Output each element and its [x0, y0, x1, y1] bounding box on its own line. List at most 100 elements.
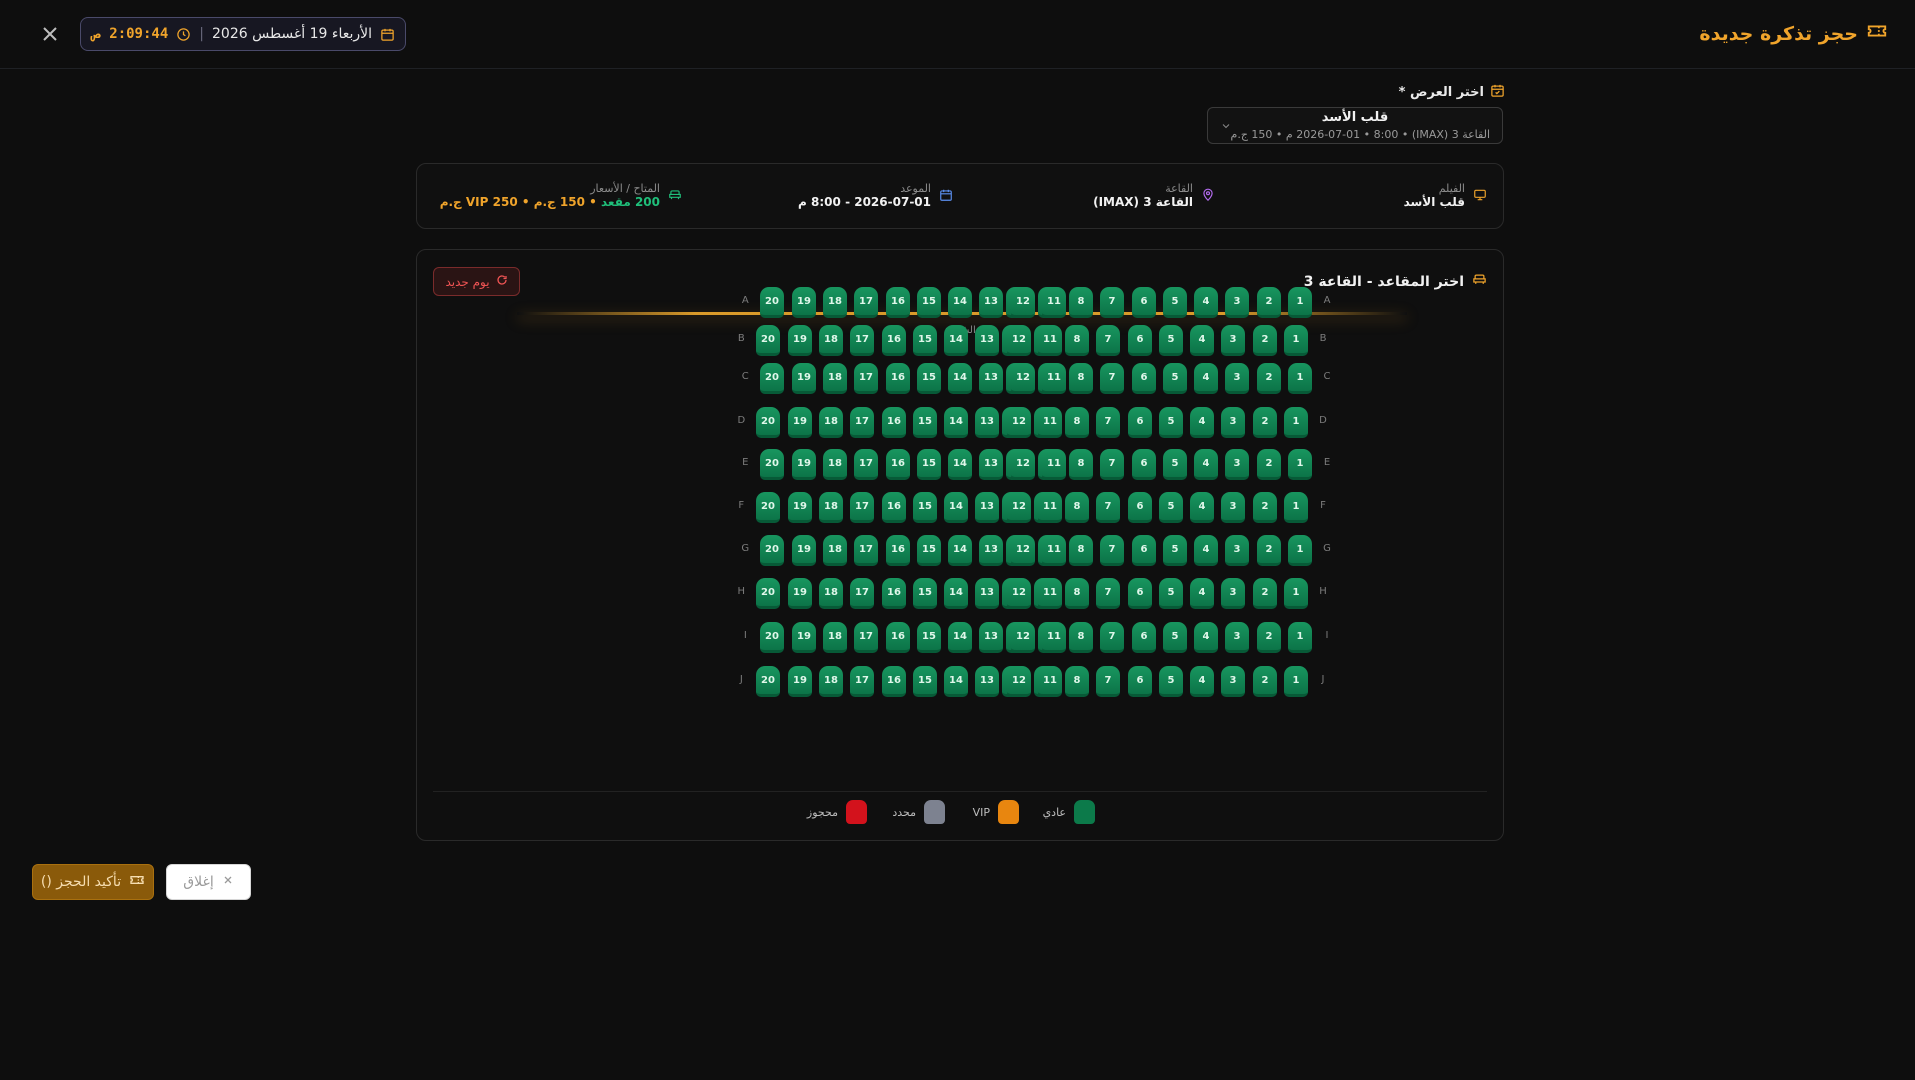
- seat-G-1[interactable]: 1: [1288, 535, 1312, 566]
- seat-E-18[interactable]: 18: [823, 449, 847, 480]
- seat-J-3[interactable]: 3: [1221, 666, 1245, 697]
- new-day-button[interactable]: يوم جديد: [433, 267, 520, 296]
- seat-J-15[interactable]: 15: [913, 666, 937, 697]
- seat-J-7[interactable]: 7: [1096, 666, 1120, 697]
- seat-D-19[interactable]: 19: [788, 407, 812, 438]
- seat-C-13[interactable]: 13: [979, 363, 1003, 394]
- seat-I-20[interactable]: 20: [760, 622, 784, 653]
- seat-C-3[interactable]: 3: [1225, 363, 1249, 394]
- seat-E-12[interactable]: 12: [1011, 449, 1035, 480]
- seat-D-8[interactable]: 8: [1065, 407, 1089, 438]
- seat-G-16[interactable]: 16: [886, 535, 910, 566]
- seat-D-4[interactable]: 4: [1190, 407, 1214, 438]
- confirm-booking-button[interactable]: تأكيد الحجز (): [32, 864, 154, 900]
- seat-C-16[interactable]: 16: [886, 363, 910, 394]
- seat-J-2[interactable]: 2: [1253, 666, 1277, 697]
- seat-D-18[interactable]: 18: [819, 407, 843, 438]
- seat-H-16[interactable]: 16: [882, 578, 906, 609]
- seat-I-1[interactable]: 1: [1288, 622, 1312, 653]
- seat-A-11[interactable]: 11: [1042, 287, 1066, 318]
- seat-A-6[interactable]: 6: [1132, 287, 1156, 318]
- seat-E-8[interactable]: 8: [1069, 449, 1093, 480]
- seat-J-11[interactable]: 11: [1038, 666, 1062, 697]
- seat-A-14[interactable]: 14: [948, 287, 972, 318]
- seat-H-17[interactable]: 17: [850, 578, 874, 609]
- seat-G-11[interactable]: 11: [1042, 535, 1066, 566]
- seat-H-7[interactable]: 7: [1096, 578, 1120, 609]
- seat-F-6[interactable]: 6: [1128, 492, 1152, 523]
- seat-B-11[interactable]: 11: [1038, 325, 1062, 356]
- seat-J-5[interactable]: 5: [1159, 666, 1183, 697]
- seat-C-6[interactable]: 6: [1132, 363, 1156, 394]
- seat-A-13[interactable]: 13: [979, 287, 1003, 318]
- seat-J-13[interactable]: 13: [975, 666, 999, 697]
- seat-E-16[interactable]: 16: [886, 449, 910, 480]
- seat-A-2[interactable]: 2: [1257, 287, 1281, 318]
- seat-D-16[interactable]: 16: [882, 407, 906, 438]
- seat-B-18[interactable]: 18: [819, 325, 843, 356]
- seat-F-16[interactable]: 16: [882, 492, 906, 523]
- seat-A-1[interactable]: 1: [1288, 287, 1312, 318]
- seat-B-1[interactable]: 1: [1284, 325, 1308, 356]
- seat-H-15[interactable]: 15: [913, 578, 937, 609]
- seat-C-7[interactable]: 7: [1100, 363, 1124, 394]
- seat-C-20[interactable]: 20: [760, 363, 784, 394]
- seat-E-6[interactable]: 6: [1132, 449, 1156, 480]
- seat-B-16[interactable]: 16: [882, 325, 906, 356]
- seat-G-7[interactable]: 7: [1100, 535, 1124, 566]
- seat-J-8[interactable]: 8: [1065, 666, 1089, 697]
- seat-I-6[interactable]: 6: [1132, 622, 1156, 653]
- seat-F-15[interactable]: 15: [913, 492, 937, 523]
- seat-C-2[interactable]: 2: [1257, 363, 1281, 394]
- seat-D-3[interactable]: 3: [1221, 407, 1245, 438]
- seat-E-2[interactable]: 2: [1257, 449, 1281, 480]
- seat-D-11[interactable]: 11: [1038, 407, 1062, 438]
- seat-A-17[interactable]: 17: [854, 287, 878, 318]
- seat-F-12[interactable]: 12: [1007, 492, 1031, 523]
- seat-B-2[interactable]: 2: [1253, 325, 1277, 356]
- seat-F-19[interactable]: 19: [788, 492, 812, 523]
- seat-E-20[interactable]: 20: [760, 449, 784, 480]
- seat-J-20[interactable]: 20: [756, 666, 780, 697]
- seat-J-12[interactable]: 12: [1007, 666, 1031, 697]
- seat-E-11[interactable]: 11: [1042, 449, 1066, 480]
- seat-G-5[interactable]: 5: [1163, 535, 1187, 566]
- seat-D-1[interactable]: 1: [1284, 407, 1308, 438]
- seat-F-3[interactable]: 3: [1221, 492, 1245, 523]
- seat-J-18[interactable]: 18: [819, 666, 843, 697]
- seat-I-13[interactable]: 13: [979, 622, 1003, 653]
- seat-I-3[interactable]: 3: [1225, 622, 1249, 653]
- seat-B-8[interactable]: 8: [1065, 325, 1089, 356]
- seat-J-17[interactable]: 17: [850, 666, 874, 697]
- seat-J-4[interactable]: 4: [1190, 666, 1214, 697]
- seat-C-18[interactable]: 18: [823, 363, 847, 394]
- seat-C-5[interactable]: 5: [1163, 363, 1187, 394]
- seat-D-13[interactable]: 13: [975, 407, 999, 438]
- seat-H-12[interactable]: 12: [1007, 578, 1031, 609]
- seat-E-7[interactable]: 7: [1100, 449, 1124, 480]
- seat-G-19[interactable]: 19: [792, 535, 816, 566]
- seat-I-16[interactable]: 16: [886, 622, 910, 653]
- seat-B-15[interactable]: 15: [913, 325, 937, 356]
- seat-F-18[interactable]: 18: [819, 492, 843, 523]
- seat-F-20[interactable]: 20: [756, 492, 780, 523]
- seat-C-15[interactable]: 15: [917, 363, 941, 394]
- seat-D-20[interactable]: 20: [756, 407, 780, 438]
- seat-J-1[interactable]: 1: [1284, 666, 1308, 697]
- seat-H-19[interactable]: 19: [788, 578, 812, 609]
- seat-F-14[interactable]: 14: [944, 492, 968, 523]
- seat-B-14[interactable]: 14: [944, 325, 968, 356]
- seat-I-19[interactable]: 19: [792, 622, 816, 653]
- seat-H-6[interactable]: 6: [1128, 578, 1152, 609]
- seat-J-6[interactable]: 6: [1128, 666, 1152, 697]
- seat-A-8[interactable]: 8: [1069, 287, 1093, 318]
- seat-C-17[interactable]: 17: [854, 363, 878, 394]
- seat-H-11[interactable]: 11: [1038, 578, 1062, 609]
- seat-B-19[interactable]: 19: [788, 325, 812, 356]
- seat-C-12[interactable]: 12: [1011, 363, 1035, 394]
- seat-B-20[interactable]: 20: [756, 325, 780, 356]
- seat-I-5[interactable]: 5: [1163, 622, 1187, 653]
- seat-B-12[interactable]: 12: [1007, 325, 1031, 356]
- seat-F-4[interactable]: 4: [1190, 492, 1214, 523]
- seat-I-18[interactable]: 18: [823, 622, 847, 653]
